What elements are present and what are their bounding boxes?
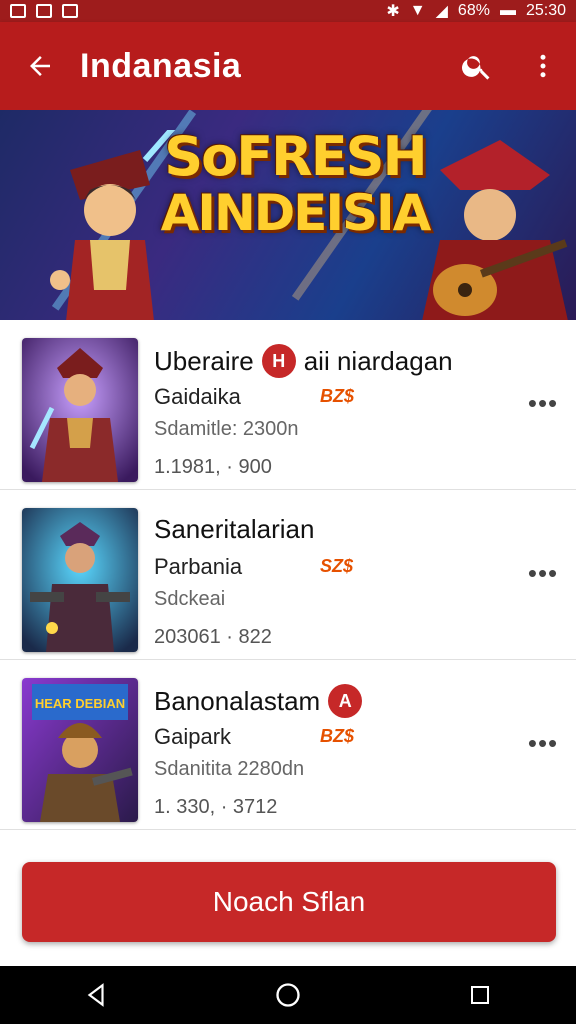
hero-banner[interactable]: SoFRESH AINDEISIA: [0, 110, 576, 320]
notification-icon: [36, 4, 52, 18]
system-nav-bar: [0, 966, 576, 1024]
nav-recents-button[interactable]: [440, 966, 520, 1024]
more-vert-icon: [540, 54, 546, 78]
item-name-suffix: aii niardagan: [303, 345, 453, 376]
nav-home-button[interactable]: [248, 966, 328, 1024]
status-left: [10, 4, 78, 18]
primary-action-button[interactable]: Noach Sflan: [22, 862, 556, 942]
banner-title-line1: SoFRESH: [164, 125, 427, 188]
item-badge: H: [261, 344, 296, 378]
warrior-illustration: [22, 508, 138, 652]
item-price-tag: BZ$: [320, 726, 355, 746]
item-meta: 1. 330, · 3712: [154, 796, 278, 818]
bluetooth-icon: ✱: [386, 3, 400, 20]
item-description: Sdanitita 2280dn: [154, 758, 305, 780]
game-thumbnail: [22, 508, 138, 652]
item-more-button[interactable]: •••: [520, 720, 566, 766]
item-name: Saneritalarian: [154, 514, 315, 544]
banner-title: SoFRESH AINDEISIA: [150, 125, 440, 242]
banner-title-line2: AINDEISIA: [160, 184, 432, 242]
nav-back-button[interactable]: [56, 966, 136, 1024]
item-description: Sdckeai: [154, 588, 226, 610]
warrior-illustration: [22, 338, 138, 482]
item-description: Sdamitle: 2300n: [154, 418, 299, 440]
warrior-illustration: HEAR DEBIAN: [22, 678, 138, 822]
back-button[interactable]: [0, 22, 80, 110]
item-title: Saneritalarian: [154, 514, 314, 545]
search-button[interactable]: [444, 22, 510, 110]
list-item[interactable]: Saneritalarian Parbania SZ$ Sdckeai 2030…: [0, 490, 576, 660]
search-icon: [462, 56, 490, 80]
page-title: Indanasia: [80, 46, 242, 85]
app-bar: Indanasia: [0, 22, 576, 110]
item-title: Uberaire H aii niardagan: [154, 344, 453, 378]
signal-icon: ◢: [435, 3, 448, 20]
item-meta: 203061 · 822: [154, 626, 272, 648]
item-subtitle: Parbania: [154, 554, 243, 579]
square-recents-icon: [471, 986, 489, 1004]
triangle-back-icon: [87, 983, 104, 1007]
item-title: Banonalastam A: [154, 684, 363, 718]
circle-home-icon: [276, 983, 300, 1007]
item-more-button[interactable]: •••: [520, 380, 566, 426]
status-bar: ✱ ▼ ◢ 68% ▬ 25:30: [0, 0, 576, 22]
overflow-menu-button[interactable]: [510, 22, 576, 110]
notification-icon: [10, 4, 26, 18]
clock: 25:30: [525, 2, 566, 19]
more-horiz-icon: •••: [527, 387, 559, 418]
more-horiz-icon: •••: [527, 727, 559, 758]
item-subtitle: Gaidaika: [154, 384, 241, 409]
notification-icon: [62, 4, 78, 18]
item-name: Uberaire: [154, 345, 254, 376]
game-thumbnail: HEAR DEBIAN: [22, 678, 138, 822]
game-list: Uberaire H aii niardagan Gaidaika BZ$ Sd…: [0, 320, 576, 830]
item-subtitle: Gaipark: [154, 724, 232, 749]
game-thumbnail: [22, 338, 138, 482]
item-price-tag: BZ$: [320, 386, 355, 406]
list-item[interactable]: HEAR DEBIAN Banonalastam A Gaipark BZ$ S…: [0, 660, 576, 830]
battery-percent: 68%: [457, 2, 490, 19]
battery-icon: ▬: [499, 2, 516, 19]
arrow-back-icon: [30, 56, 50, 76]
wifi-icon: ▼: [409, 2, 426, 19]
item-price-tag: SZ$: [320, 556, 354, 576]
item-meta: 1.1981, · 900: [154, 456, 272, 478]
thumb-overlay-text: HEAR DEBIAN: [35, 696, 125, 711]
item-more-button[interactable]: •••: [520, 550, 566, 596]
list-item[interactable]: Uberaire H aii niardagan Gaidaika BZ$ Sd…: [0, 320, 576, 490]
more-horiz-icon: •••: [527, 557, 559, 588]
item-badge: A: [328, 684, 363, 718]
status-right: ✱ ▼ ◢ 68% ▬ 25:30: [386, 1, 566, 21]
item-name: Banonalastam: [154, 685, 321, 716]
